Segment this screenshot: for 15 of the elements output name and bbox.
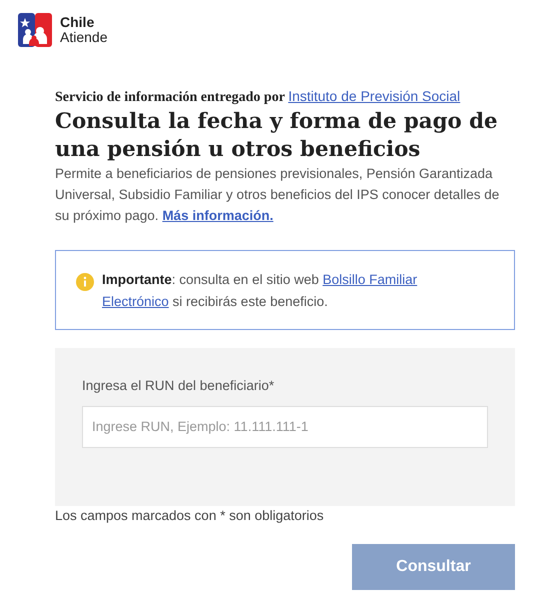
notice-text: Importante: consulta en el sitio web Bolsillo Familiar Electrónico si recibirás este beneficio. bbox=[102, 271, 418, 310]
link[interactable]: Más información. bbox=[162, 208, 274, 224]
logo-text: Atiende bbox=[60, 30, 108, 45]
field-label: Ingresa el RUN del beneficiario* bbox=[82, 377, 276, 396]
intro-paragraph: Permite a beneficiarios de pensiones previsionales, Pensión Garantizada Universal, Subsidio Familiar y otros beneficios del IPS conocer detalles de su próximo pago. Más información. bbox=[55, 165, 500, 226]
link[interactable]: Bolsillo Familiar bbox=[322, 272, 418, 288]
provider-text: Servicio de información entregado por Instituto de Previsión Social bbox=[55, 87, 462, 107]
logo-text: Chile bbox=[60, 15, 96, 30]
page-title: Consulta la fecha y forma de pago de una pensión u otros beneficios bbox=[55, 108, 499, 164]
run-input-field[interactable]: Ingrese RUN, Ejemplo: 11.111.111-1 bbox=[82, 406, 488, 448]
logo-icon bbox=[18, 13, 52, 47]
info-icon bbox=[76, 273, 94, 292]
link[interactable]: Instituto de Previsión Social bbox=[288, 88, 460, 104]
required-note: Los campos marcados con * son obligatorios bbox=[55, 507, 325, 526]
link[interactable]: Electrónico bbox=[102, 294, 169, 310]
